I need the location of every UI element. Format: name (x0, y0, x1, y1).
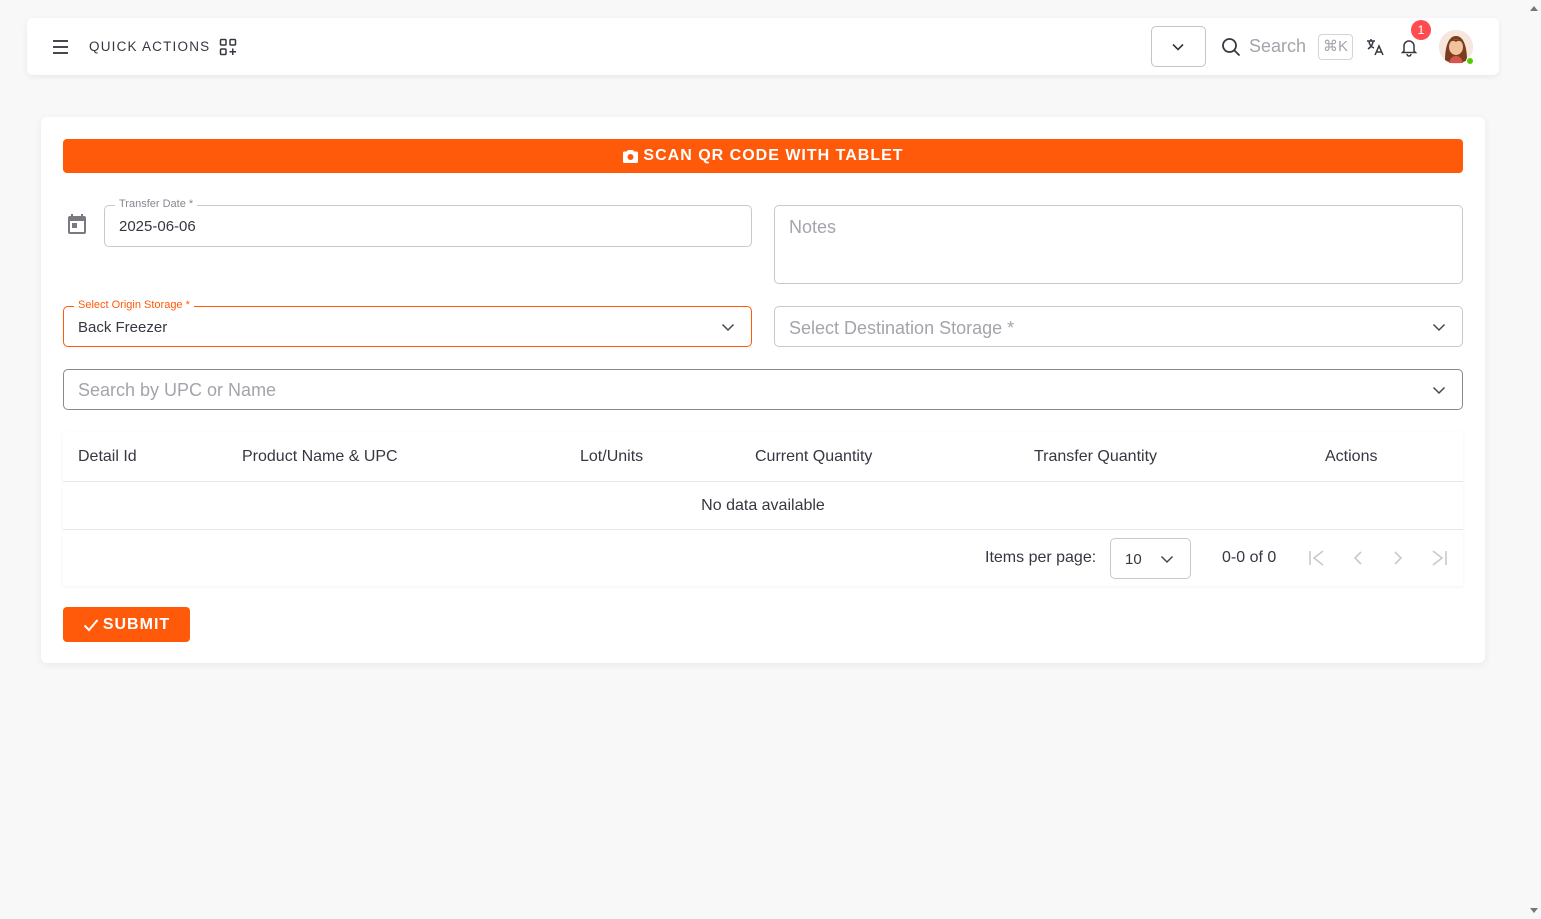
notes-placeholder: Notes (789, 217, 837, 237)
transfer-date-value: 2025-06-06 (119, 218, 196, 235)
table-pagination: Items per page: 10 0-0 of 0 (63, 530, 1463, 586)
submit-button[interactable]: SUBMIT (63, 607, 190, 642)
column-header-lot-units[interactable]: Lot/Units (580, 448, 643, 466)
notification-badge: 1 (1411, 19, 1431, 40)
last-page-icon[interactable] (1427, 546, 1451, 570)
origin-storage-value: Back Freezer (78, 319, 168, 336)
items-per-page-value: 10 (1125, 551, 1142, 568)
column-header-current-quantity[interactable]: Current Quantity (755, 448, 872, 466)
chevron-down-icon (721, 323, 735, 331)
location-select[interactable] (1150, 26, 1206, 67)
online-status-dot (1466, 56, 1474, 65)
top-navbar: QUICK ACTIONS Search ⌘K 1 (27, 18, 1499, 75)
transfer-date-label: Transfer Date * (115, 198, 198, 210)
calendar-icon[interactable] (65, 212, 89, 236)
scroll-down-arrow[interactable] (1530, 908, 1538, 913)
column-header-product[interactable]: Product Name & UPC (242, 448, 398, 466)
transfer-date-field[interactable]: Transfer Date * 2025-06-06 (104, 198, 752, 247)
column-header-detail-id[interactable]: Detail Id (78, 448, 137, 466)
first-page-icon[interactable] (1305, 546, 1329, 570)
items-per-page-label: Items per page: (985, 549, 1097, 566)
translate-button[interactable] (1363, 35, 1387, 59)
previous-page-icon[interactable] (1346, 546, 1370, 570)
scan-qr-button[interactable]: SCAN QR CODE WITH TABLET (63, 139, 1463, 173)
empty-table-message: No data available (63, 482, 1463, 530)
search-icon (1222, 37, 1241, 56)
transfer-items-table: Detail Id Product Name & UPC Lot/Units C… (63, 432, 1463, 586)
camera-icon (623, 149, 639, 163)
next-page-icon[interactable] (1386, 546, 1410, 570)
scan-qr-label: SCAN QR CODE WITH TABLET (643, 147, 904, 164)
check-icon (83, 618, 99, 631)
items-per-page-select[interactable]: 10 (1110, 538, 1191, 579)
scroll-up-arrow[interactable] (1530, 6, 1538, 11)
chevron-down-icon (1172, 43, 1185, 51)
chevron-down-icon (1160, 555, 1174, 564)
transfer-form-card: SCAN QR CODE WITH TABLET Transfer Date *… (41, 117, 1485, 663)
destination-storage-select[interactable]: Select Destination Storage * (774, 306, 1463, 347)
quick-actions-label: QUICK ACTIONS (89, 39, 211, 54)
notifications-button[interactable]: 1 (1397, 19, 1431, 59)
translate-icon (1367, 38, 1384, 55)
product-search-placeholder: Search by UPC or Name (78, 380, 277, 400)
pagination-range: 0-0 of 0 (1222, 549, 1277, 566)
destination-storage-placeholder: Select Destination Storage * (789, 318, 1015, 338)
table-header: Detail Id Product Name & UPC Lot/Units C… (63, 432, 1463, 482)
page-scrollbar[interactable] (1526, 0, 1541, 919)
bell-icon (1400, 39, 1418, 57)
navbar-left: QUICK ACTIONS (51, 18, 237, 75)
search-shortcut: ⌘K (1317, 33, 1353, 60)
user-avatar[interactable] (1439, 29, 1474, 65)
origin-storage-select[interactable]: Select Origin Storage * Back Freezer (63, 299, 752, 347)
quick-actions-button[interactable]: QUICK ACTIONS (89, 38, 237, 56)
navbar-right: Search ⌘K 1 (1150, 18, 1474, 75)
notes-field[interactable]: Notes (774, 205, 1463, 284)
menu-icon[interactable] (51, 37, 71, 57)
global-search[interactable]: Search ⌘K (1221, 33, 1353, 60)
column-header-actions: Actions (1325, 448, 1378, 465)
chevron-down-icon (1432, 323, 1446, 331)
product-search-input[interactable]: Search by UPC or Name (63, 369, 1463, 410)
origin-storage-label: Select Origin Storage * (74, 299, 194, 311)
chevron-down-icon (1432, 386, 1446, 394)
column-header-transfer-quantity[interactable]: Transfer Quantity (1034, 448, 1157, 466)
apps-add-icon (220, 38, 237, 55)
search-placeholder: Search (1248, 36, 1306, 56)
submit-label: SUBMIT (102, 615, 171, 633)
